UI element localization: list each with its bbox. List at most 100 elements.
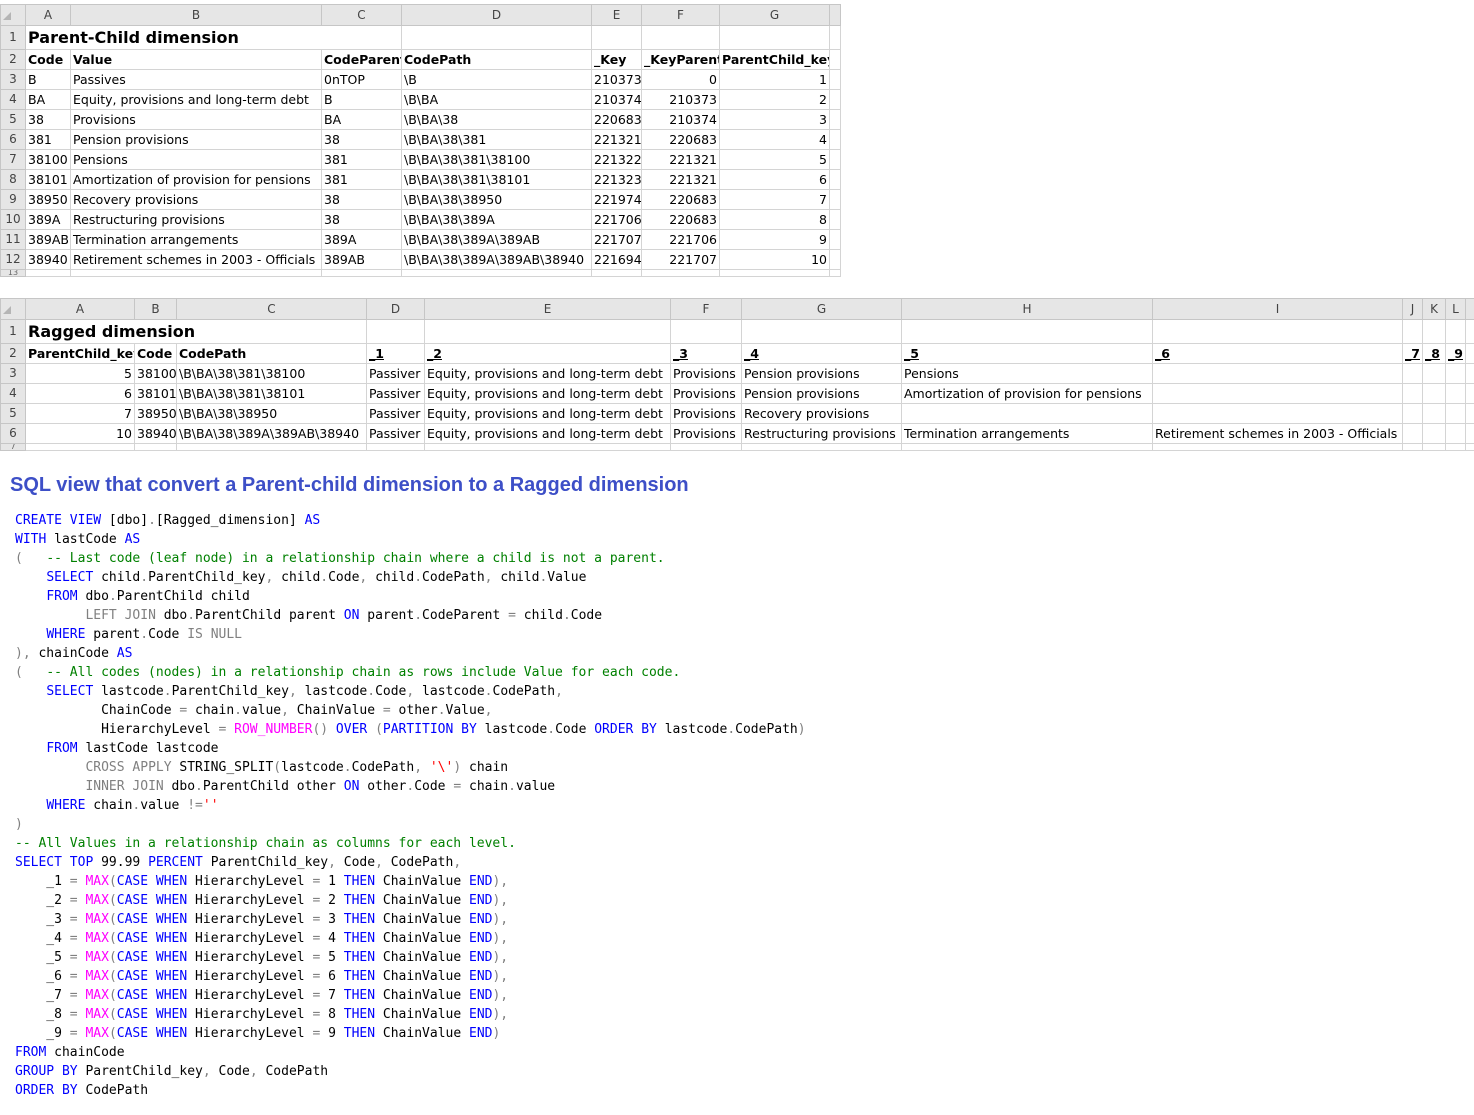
cell[interactable]: Provisions bbox=[670, 363, 742, 384]
cell[interactable] bbox=[829, 69, 841, 90]
header-cell[interactable]: Value bbox=[70, 49, 322, 70]
header-cell[interactable]: _3 bbox=[670, 343, 742, 364]
column-header-d[interactable]: D bbox=[401, 4, 592, 26]
cell[interactable] bbox=[1152, 363, 1403, 384]
header-cell[interactable]: _6 bbox=[1152, 343, 1403, 364]
header-cell[interactable]: _Key bbox=[591, 49, 642, 70]
cell[interactable] bbox=[1445, 363, 1466, 384]
cell[interactable] bbox=[901, 319, 1153, 344]
cell[interactable]: 38 bbox=[25, 109, 71, 130]
cell[interactable] bbox=[1445, 443, 1466, 451]
cell[interactable]: 221321 bbox=[641, 169, 720, 190]
cell[interactable]: 4 bbox=[719, 129, 830, 150]
cell[interactable]: \B\BA\38\381 bbox=[401, 129, 592, 150]
column-header-e[interactable]: E bbox=[591, 4, 642, 26]
cell[interactable] bbox=[176, 443, 367, 451]
column-header-d[interactable]: D bbox=[366, 298, 425, 320]
cell[interactable] bbox=[1402, 423, 1423, 444]
cell[interactable] bbox=[1465, 343, 1474, 364]
cell[interactable] bbox=[401, 269, 592, 277]
cell[interactable]: 221322 bbox=[591, 149, 642, 170]
cell[interactable] bbox=[134, 443, 177, 451]
cell[interactable]: 221706 bbox=[641, 229, 720, 250]
cell[interactable]: 210373 bbox=[591, 69, 642, 90]
cell[interactable] bbox=[670, 443, 742, 451]
column-header-m[interactable] bbox=[1465, 298, 1474, 320]
column-header-c[interactable]: C bbox=[321, 4, 402, 26]
column-header-h[interactable]: H bbox=[901, 298, 1153, 320]
column-header-i[interactable]: I bbox=[1152, 298, 1403, 320]
cell[interactable]: 38940 bbox=[25, 249, 71, 270]
cell[interactable] bbox=[829, 269, 841, 277]
cell[interactable]: 38101 bbox=[25, 169, 71, 190]
column-header-e[interactable]: E bbox=[424, 298, 671, 320]
row-header[interactable]: 6 bbox=[0, 423, 26, 444]
sheet-title[interactable]: Parent-Child dimension bbox=[25, 25, 402, 50]
cell[interactable]: 38 bbox=[321, 129, 402, 150]
cell[interactable]: 38 bbox=[321, 209, 402, 230]
cell[interactable]: 38100 bbox=[25, 149, 71, 170]
cell[interactable]: \B\BA\38\389A bbox=[401, 209, 592, 230]
cell[interactable]: Provisions bbox=[670, 423, 742, 444]
cell[interactable] bbox=[1422, 443, 1446, 451]
cell[interactable] bbox=[1445, 423, 1466, 444]
cell[interactable] bbox=[366, 319, 425, 344]
header-cell[interactable]: _1 bbox=[366, 343, 425, 364]
cell[interactable] bbox=[1152, 383, 1403, 404]
row-header[interactable]: 4 bbox=[0, 89, 26, 110]
cell[interactable]: \B\BA\38\38950 bbox=[176, 403, 367, 424]
cell[interactable]: \B\BA bbox=[401, 89, 592, 110]
cell[interactable] bbox=[1422, 403, 1446, 424]
select-all-corner[interactable] bbox=[0, 4, 26, 26]
select-all-corner[interactable] bbox=[0, 298, 26, 320]
cell[interactable]: \B\BA\38\381\38100 bbox=[176, 363, 367, 384]
cell[interactable] bbox=[719, 269, 830, 277]
header-cell[interactable]: Code bbox=[25, 49, 71, 70]
cell[interactable] bbox=[1152, 403, 1403, 424]
cell[interactable]: 38940 bbox=[134, 423, 177, 444]
cell[interactable]: 221323 bbox=[591, 169, 642, 190]
cell[interactable] bbox=[366, 443, 425, 451]
cell[interactable]: BA bbox=[25, 89, 71, 110]
cell[interactable] bbox=[1152, 443, 1403, 451]
cell[interactable]: 381 bbox=[321, 169, 402, 190]
cell[interactable] bbox=[1402, 319, 1423, 344]
cell[interactable]: Equity, provisions and long-term debt bbox=[424, 423, 671, 444]
header-cell[interactable]: _2 bbox=[424, 343, 671, 364]
cell[interactable] bbox=[829, 49, 841, 70]
cell[interactable] bbox=[1152, 319, 1403, 344]
cell[interactable]: 210373 bbox=[641, 89, 720, 110]
row-header[interactable]: 1 bbox=[0, 319, 26, 344]
cell[interactable] bbox=[829, 89, 841, 110]
cell[interactable]: \B\BA\38\381\38100 bbox=[401, 149, 592, 170]
column-header-k[interactable]: K bbox=[1422, 298, 1446, 320]
column-header-b[interactable]: B bbox=[134, 298, 177, 320]
cell[interactable] bbox=[829, 189, 841, 210]
cell[interactable] bbox=[829, 229, 841, 250]
cell[interactable]: \B\BA\38\381\38101 bbox=[176, 383, 367, 404]
cell[interactable] bbox=[670, 319, 742, 344]
cell[interactable]: 10 bbox=[25, 423, 135, 444]
header-cell[interactable]: _5 bbox=[901, 343, 1153, 364]
cell[interactable] bbox=[424, 319, 671, 344]
row-header[interactable]: 9 bbox=[0, 189, 26, 210]
cell[interactable]: 38101 bbox=[134, 383, 177, 404]
cell[interactable] bbox=[741, 319, 902, 344]
cell[interactable]: Pension provisions bbox=[70, 129, 322, 150]
cell[interactable] bbox=[641, 25, 720, 50]
cell[interactable]: Passiver bbox=[366, 423, 425, 444]
cell[interactable]: Amortization of provision for pensions bbox=[901, 383, 1153, 404]
cell[interactable]: 221707 bbox=[591, 229, 642, 250]
cell[interactable] bbox=[1422, 363, 1446, 384]
cell[interactable] bbox=[1465, 443, 1474, 451]
column-header-g[interactable]: G bbox=[719, 4, 830, 26]
cell[interactable]: Equity, provisions and long-term debt bbox=[424, 403, 671, 424]
row-header[interactable]: 8 bbox=[0, 169, 26, 190]
cell[interactable]: Retirement schemes in 2003 - Officials bbox=[70, 249, 322, 270]
cell[interactable]: 221974 bbox=[591, 189, 642, 210]
cell[interactable] bbox=[25, 269, 71, 277]
cell[interactable] bbox=[1402, 403, 1423, 424]
cell[interactable] bbox=[901, 443, 1153, 451]
cell[interactable]: B bbox=[321, 89, 402, 110]
cell[interactable]: 3 bbox=[719, 109, 830, 130]
